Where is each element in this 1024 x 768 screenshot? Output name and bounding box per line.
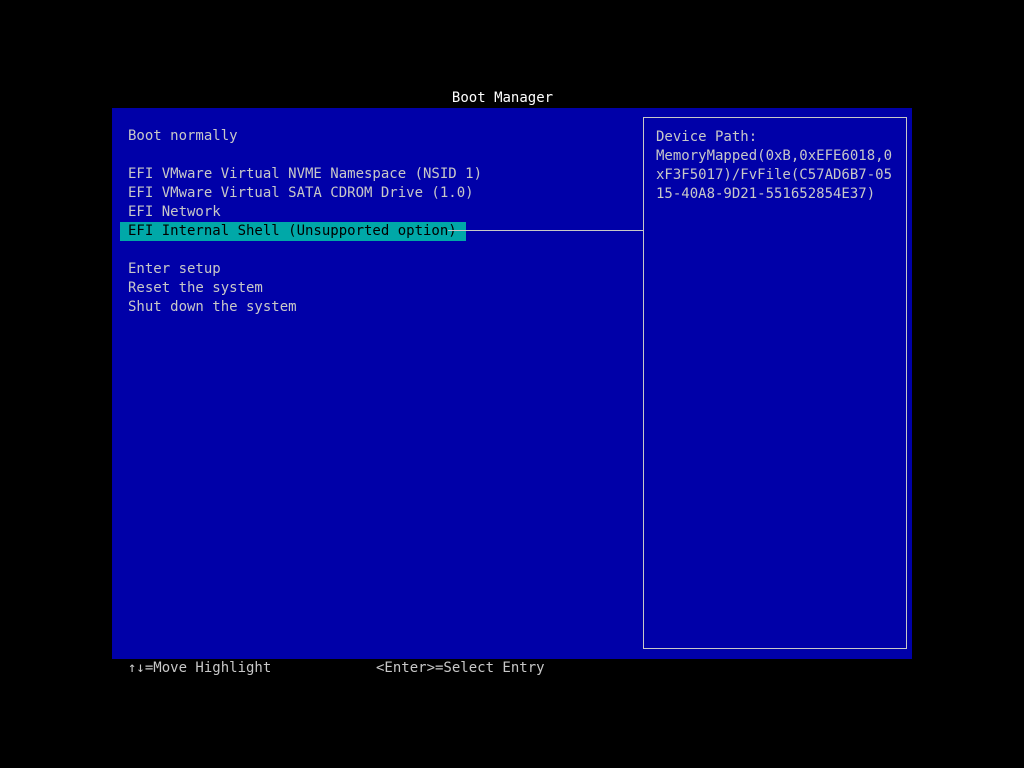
help-move-highlight: ↑↓=Move Highlight (128, 660, 272, 676)
boot-manager-panel: Boot normally EFI VMware Virtual NVME Na… (112, 108, 912, 659)
menu-item-reset-system[interactable]: Reset the system (128, 279, 263, 298)
menu-item-efi-network[interactable]: EFI Network (128, 203, 221, 222)
device-path-value: MemoryMapped(0xB,0xEFE6018,0xF3F5017)/Fv… (656, 148, 893, 202)
menu-item-efi-nvme[interactable]: EFI VMware Virtual NVME Namespace (NSID … (128, 165, 482, 184)
menu-item-boot-normally[interactable]: Boot normally (128, 127, 238, 146)
menu-item-efi-sata-cdrom[interactable]: EFI VMware Virtual SATA CDROM Drive (1.0… (128, 184, 474, 203)
menu-item-efi-internal-shell[interactable]: EFI Internal Shell (Unsupported option) (120, 222, 466, 241)
device-path-label: Device Path: (656, 129, 758, 145)
selection-connector-line (448, 230, 643, 231)
menu-item-shut-down[interactable]: Shut down the system (128, 298, 297, 317)
screen-title: Boot Manager (451, 90, 554, 106)
device-path-box: Device Path: MemoryMapped(0xB,0xEFE6018,… (643, 117, 907, 649)
menu-item-enter-setup[interactable]: Enter setup (128, 260, 221, 279)
help-select-entry: <Enter>=Select Entry (376, 660, 545, 676)
